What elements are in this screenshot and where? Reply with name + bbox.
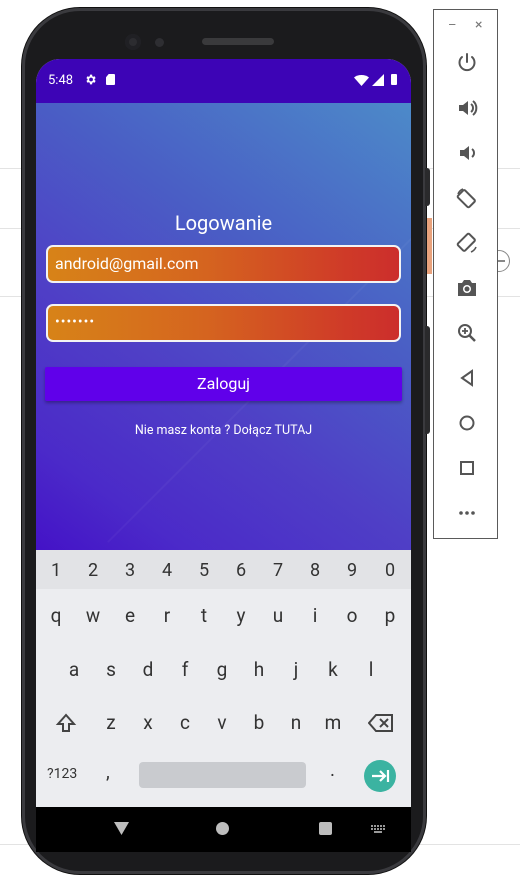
key-h[interactable]: h [244,658,274,681]
key-a[interactable]: a [59,658,89,681]
key-o[interactable]: o [337,604,367,627]
symbols-key[interactable]: ?123 [47,766,77,782]
key-s[interactable]: s [96,658,126,681]
key-j[interactable]: j [281,658,311,681]
signup-link[interactable]: Nie masz konta ? Dołącz TUTAJ [36,423,411,438]
close-button[interactable]: × [475,17,482,33]
home-icon[interactable] [216,822,229,835]
key-3[interactable]: 3 [115,560,145,581]
period-key[interactable]: . [330,758,335,781]
more-icon[interactable] [455,501,479,525]
zoom-icon[interactable] [455,321,479,345]
key-2[interactable]: 2 [78,560,108,581]
key-f[interactable]: f [170,658,200,681]
navigation-bar [36,807,411,852]
key-6[interactable]: 6 [226,560,256,581]
key-u[interactable]: u [263,604,293,627]
key-m[interactable]: m [318,711,348,734]
volume-up-icon[interactable] [455,96,479,120]
key-7[interactable]: 7 [263,560,293,581]
minimize-button[interactable]: – [448,18,457,33]
key-8[interactable]: 8 [300,560,330,581]
proximity-sensor [155,38,164,47]
key-b[interactable]: b [244,711,274,734]
key-i[interactable]: i [300,604,330,627]
key-g[interactable]: g [207,658,237,681]
gear-icon [86,74,96,85]
login-screen: Logowanie android@gmail.com ••••••• Zalo… [36,103,411,550]
key-v[interactable]: v [207,711,237,734]
key-4[interactable]: 4 [152,560,182,581]
next-arrow-icon [372,770,390,782]
back-icon[interactable] [114,822,129,835]
emulator-toolbar: – × [433,9,498,539]
number-row: 1 2 3 4 5 6 7 8 9 0 [36,550,411,589]
enter-key[interactable] [364,760,396,792]
power-icon[interactable] [455,51,479,75]
keyboard-switch-icon[interactable] [371,825,387,834]
signal-icon [372,74,384,86]
key-p[interactable]: p [375,604,405,627]
recents-icon[interactable] [319,822,332,835]
key-1[interactable]: 1 [41,560,71,581]
page-title: Logowanie [174,211,273,235]
key-e[interactable]: e [115,604,145,627]
earpiece-speaker [202,38,274,45]
phone-screen: 5:48 Logowanie android@gmail.com •••••••… [36,59,411,807]
key-t[interactable]: t [189,604,219,627]
email-field[interactable]: android@gmail.com [46,245,401,283]
key-r[interactable]: r [152,604,182,627]
comma-key[interactable]: , [106,760,110,783]
password-value: ••••••• [55,314,96,330]
key-9[interactable]: 9 [337,560,367,581]
key-y[interactable]: y [226,604,256,627]
password-field[interactable]: ••••••• [46,304,401,342]
status-time: 5:48 [48,73,74,88]
shift-icon[interactable] [55,712,77,734]
rotate-right-icon[interactable] [455,231,479,255]
space-key[interactable] [139,762,306,788]
key-d[interactable]: d [133,658,163,681]
login-button[interactable]: Zaloguj [45,367,402,401]
overview-icon[interactable] [455,456,479,480]
power-side-button[interactable] [425,168,430,206]
backspace-icon[interactable] [368,714,394,732]
camera-icon[interactable] [455,276,479,300]
key-5[interactable]: 5 [189,560,219,581]
key-n[interactable]: n [281,711,311,734]
key-0[interactable]: 0 [375,560,405,581]
soft-keyboard: 1 2 3 4 5 6 7 8 9 0 q w e r t y u i o p … [36,550,411,807]
battery-icon [391,74,397,85]
volume-down-icon[interactable] [455,141,479,165]
key-z[interactable]: z [96,711,126,734]
key-q[interactable]: q [41,604,71,627]
front-camera [125,34,141,50]
home-icon[interactable] [455,411,479,435]
key-k[interactable]: k [318,658,348,681]
email-value: android@gmail.com [55,254,199,273]
key-w[interactable]: w [78,604,108,627]
key-x[interactable]: x [133,711,163,734]
sd-card-icon [106,74,115,85]
volume-side-button[interactable] [425,326,430,434]
rotate-left-icon[interactable] [455,186,479,210]
wifi-icon [354,75,369,86]
status-bar: 5:48 [36,59,411,103]
key-l[interactable]: l [356,658,386,681]
back-icon[interactable] [455,366,479,390]
key-c[interactable]: c [170,711,200,734]
